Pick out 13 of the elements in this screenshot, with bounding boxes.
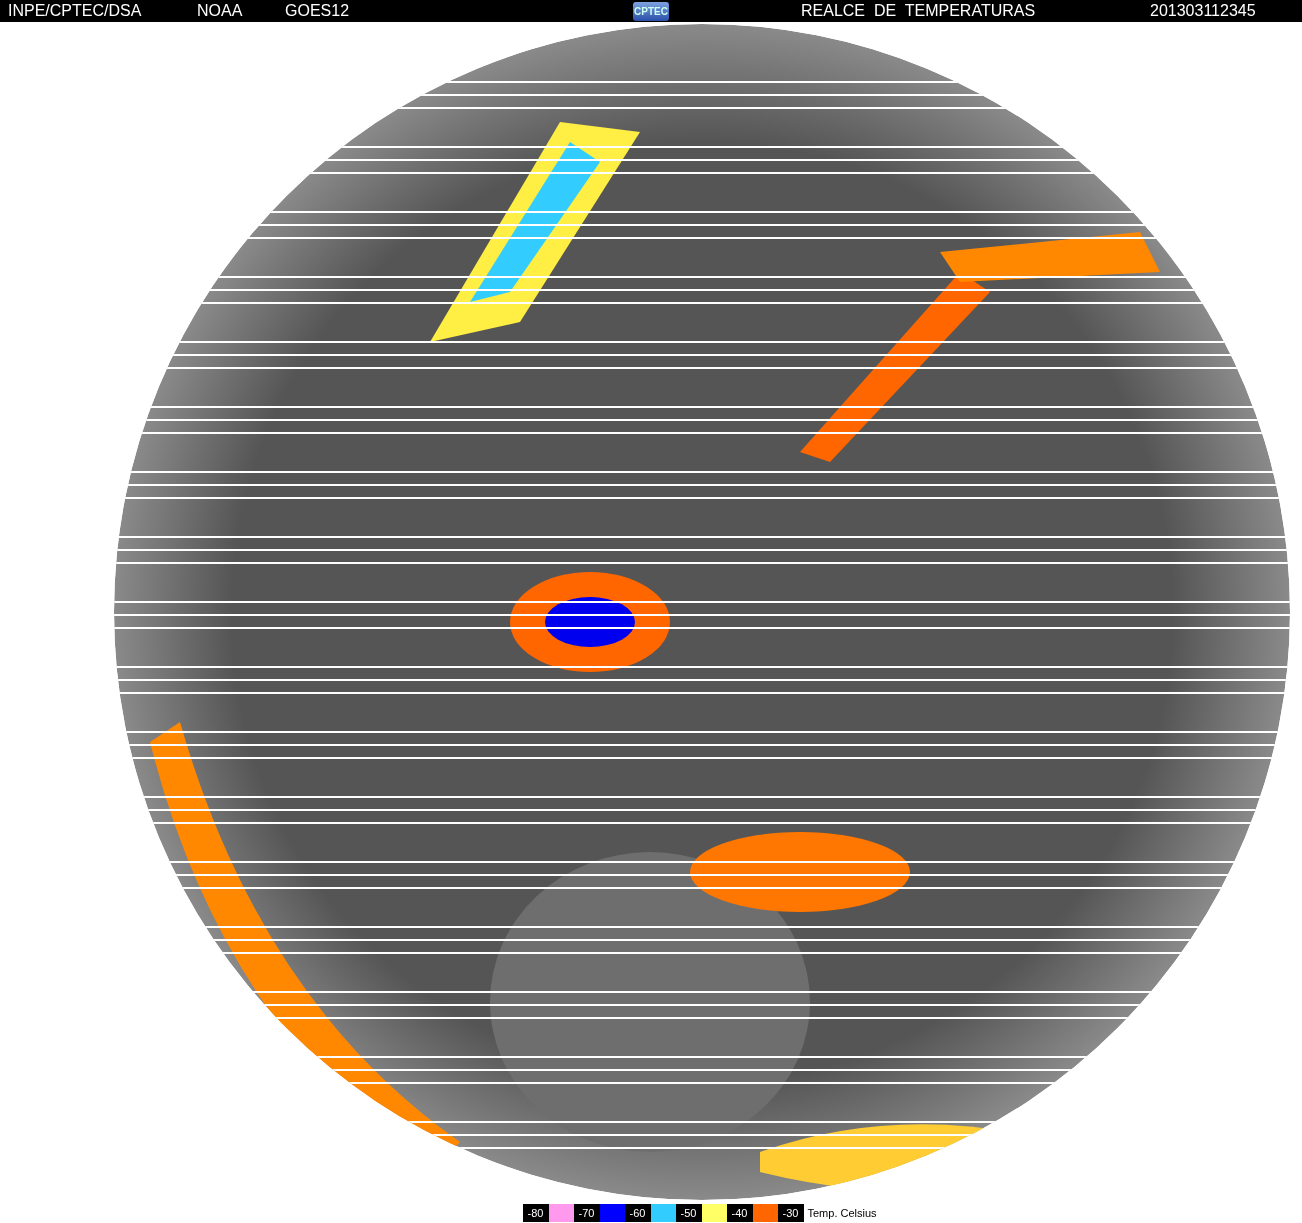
- legend-label: -80: [522, 1203, 549, 1222]
- timestamp: 201303112345: [1150, 2, 1256, 20]
- legend-label: -30: [777, 1203, 804, 1222]
- legend-label: -40: [726, 1203, 753, 1222]
- logo: CPTEC: [633, 1, 669, 21]
- legend-label: -70: [573, 1203, 600, 1222]
- legend-label: -60: [624, 1203, 651, 1222]
- product-title: REALCE DE TEMPERATURAS: [801, 2, 1037, 20]
- agency-label: NOAA: [197, 2, 244, 20]
- legend-label: -50: [675, 1203, 702, 1222]
- legend-caption: Temp. Celsius: [807, 1206, 878, 1219]
- satellite-label: GOES12: [285, 2, 351, 20]
- source-label: INPE/CPTEC/DSA: [8, 2, 143, 20]
